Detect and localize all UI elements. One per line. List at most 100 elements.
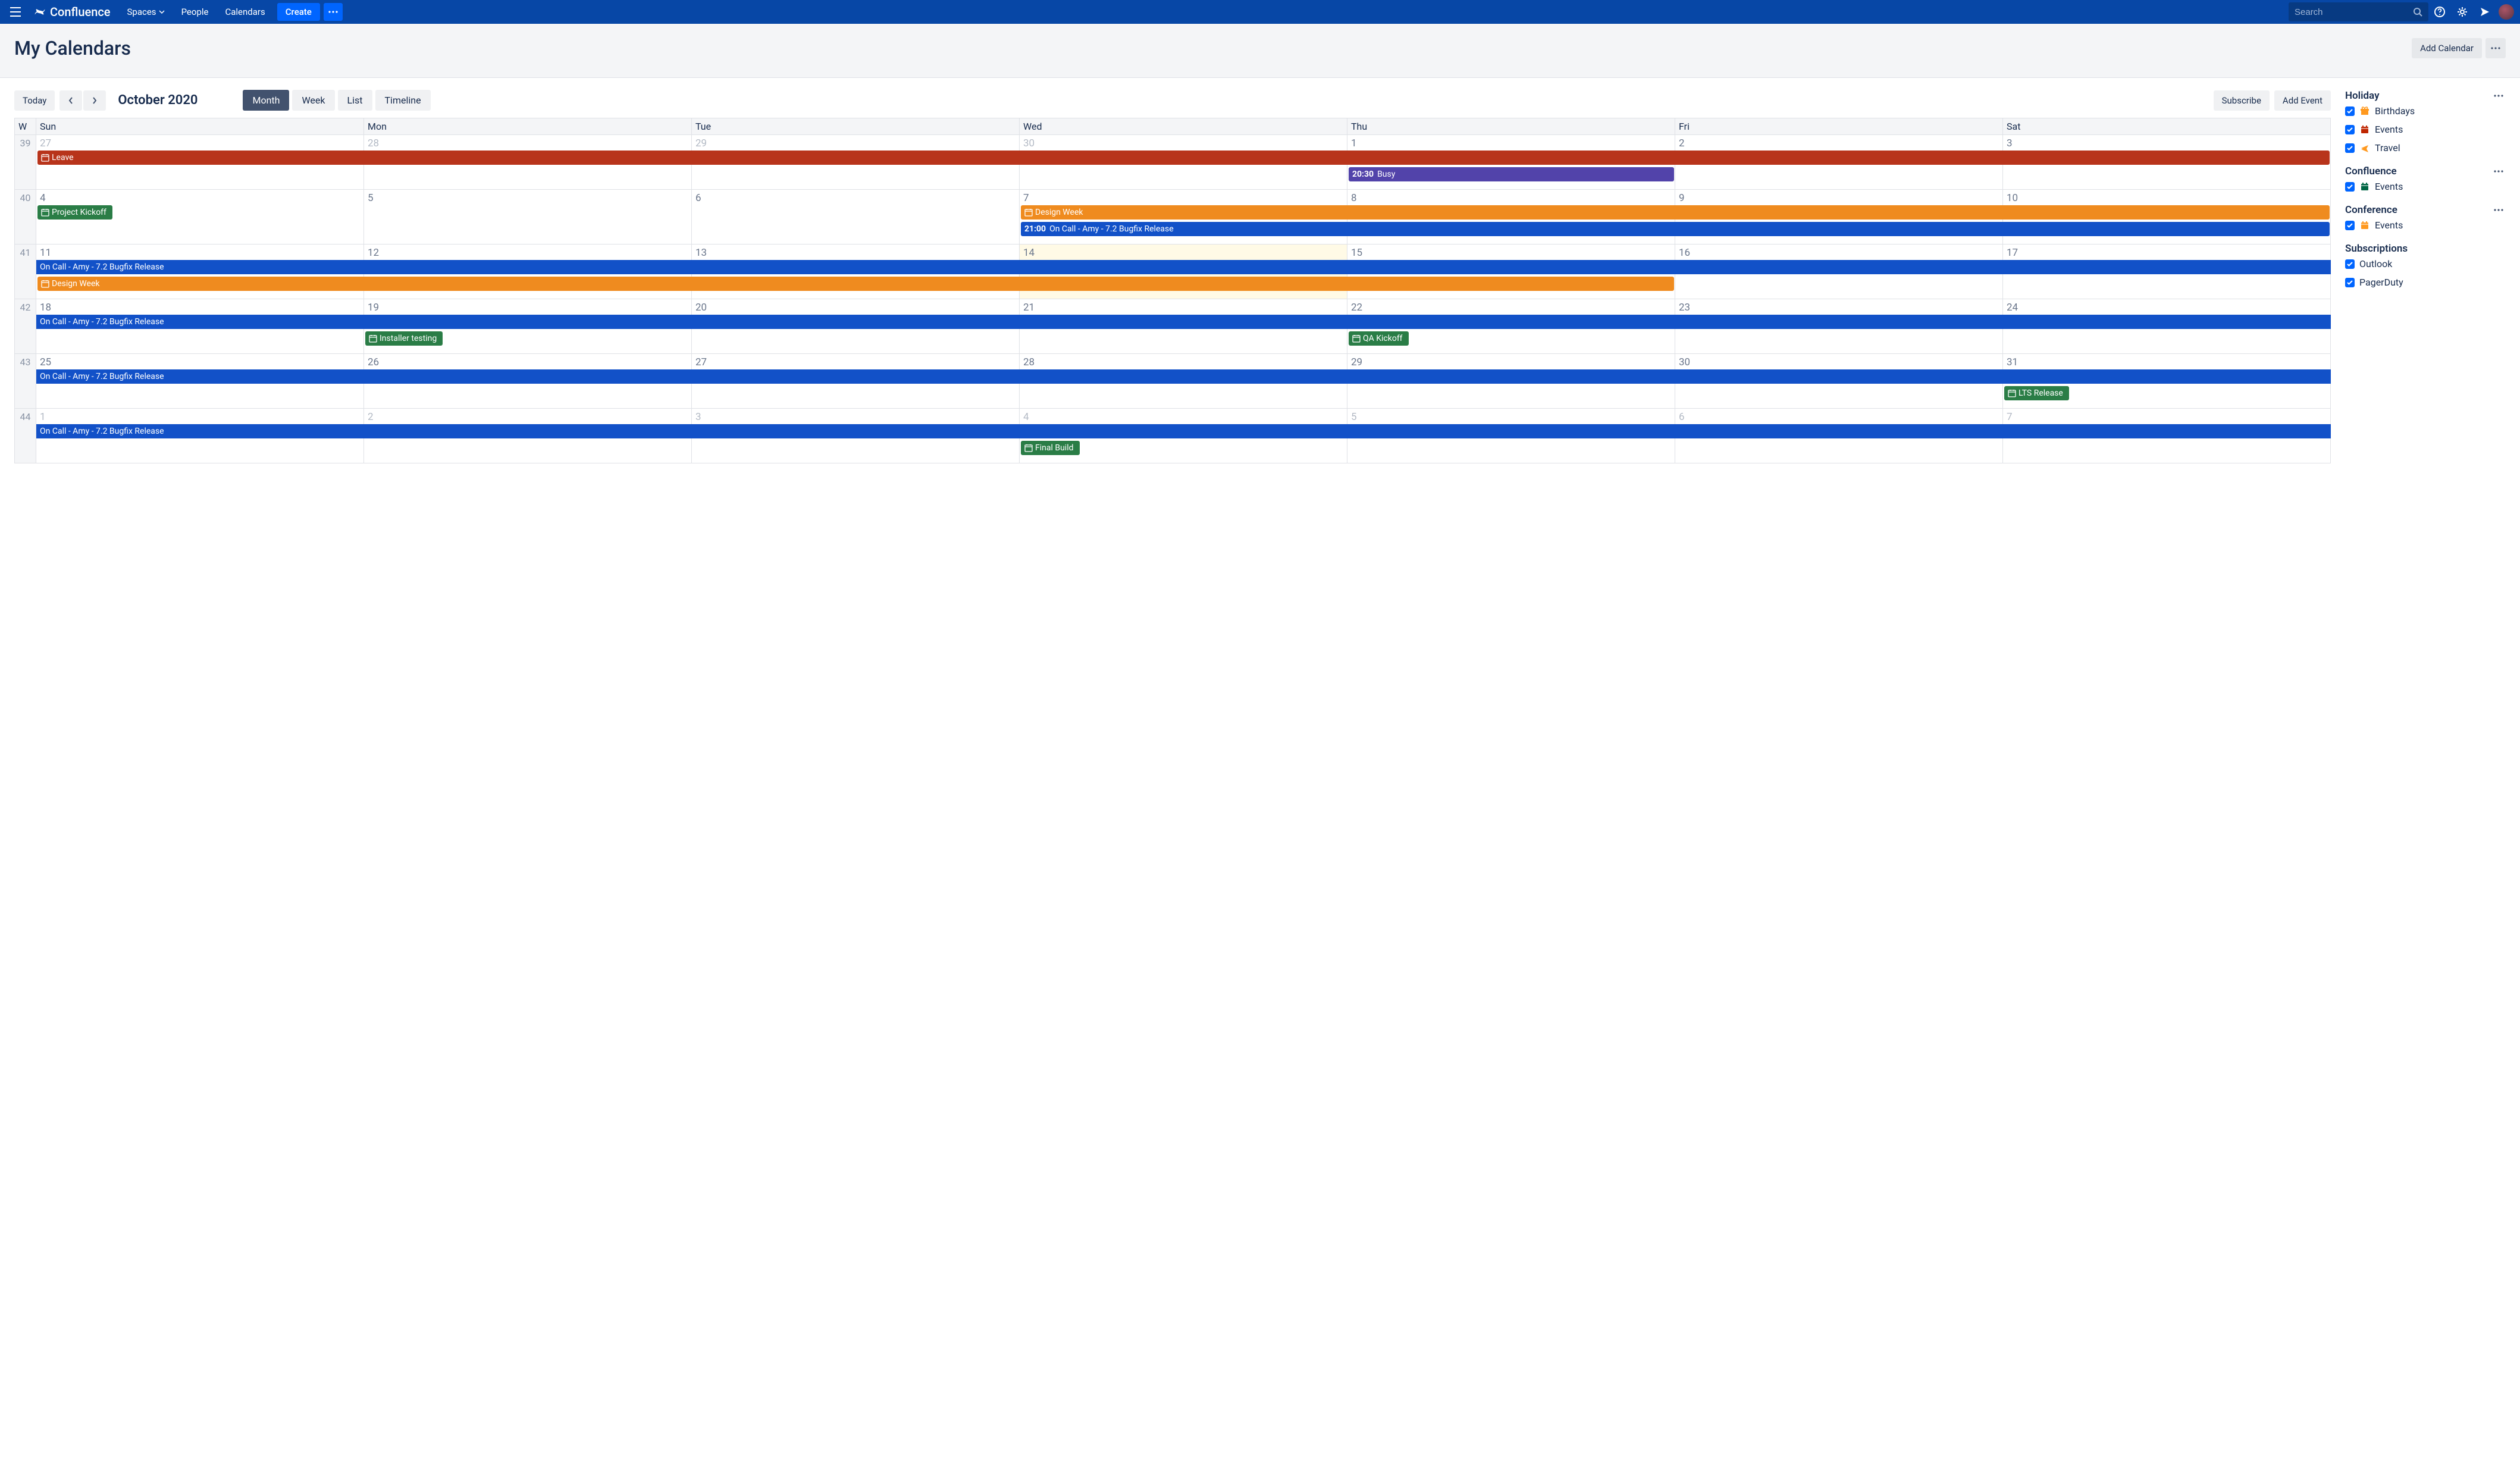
sidebar-group: Holiday Birthdays Events Travel — [2345, 90, 2506, 157]
calendar-checkbox[interactable] — [2345, 278, 2355, 287]
view-month-button[interactable]: Month — [243, 90, 289, 111]
calendar-event[interactable]: On Call - Amy - 7.2 Bugfix Release — [36, 315, 2331, 329]
day-header: Sun — [36, 118, 364, 135]
next-month-button[interactable] — [83, 90, 106, 111]
sidebar-item-label: Events — [2375, 124, 2403, 135]
calendar-event[interactable]: Project Kickoff — [37, 205, 112, 220]
app-switcher-button[interactable] — [6, 2, 25, 21]
plane-icon — [2359, 143, 2370, 153]
global-nav: Confluence Spaces People Calendars Creat… — [0, 0, 2520, 24]
sidebar-calendar-item[interactable]: Events — [2345, 177, 2506, 196]
ellipsis-icon — [2494, 170, 2503, 173]
chevron-down-icon — [159, 10, 165, 14]
calendar-event[interactable]: Design Week — [1021, 205, 2330, 220]
sidebar-calendar-item[interactable]: PagerDuty — [2345, 273, 2506, 291]
event-label: Installer testing — [380, 331, 437, 346]
calendar-week-row: 4218192021222324On Call - Amy - 7.2 Bugf… — [15, 299, 2331, 354]
calendar-event[interactable]: Installer testing — [365, 331, 443, 346]
view-timeline-button[interactable]: Timeline — [375, 90, 431, 111]
search-input[interactable] — [2295, 7, 2413, 17]
calendar-grid: WSunMonTueWedThuFriSat 3927282930123Leav… — [14, 118, 2331, 463]
calendar-icon — [1024, 444, 1033, 452]
calendar-event[interactable]: QA Kickoff — [1349, 331, 1409, 346]
calendar-icon — [2359, 124, 2370, 135]
calendar-event[interactable]: On Call - Amy - 7.2 Bugfix Release — [36, 260, 2331, 274]
sidebar-group-title: Conference — [2345, 204, 2491, 216]
sidebar-calendar-item[interactable]: Events — [2345, 120, 2506, 139]
confluence-logo[interactable]: Confluence — [25, 5, 119, 19]
calendar-week-row: 3927282930123Leave20:30Busy — [15, 135, 2331, 190]
calendar-checkbox[interactable] — [2345, 221, 2355, 230]
view-week-button[interactable]: Week — [292, 90, 334, 111]
event-label: On Call - Amy - 7.2 Bugfix Release — [40, 369, 164, 384]
calendar-event[interactable]: On Call - Amy - 7.2 Bugfix Release — [36, 424, 2331, 438]
calendar-checkbox[interactable] — [2345, 143, 2355, 153]
search-icon — [2413, 7, 2422, 17]
help-button[interactable] — [2428, 0, 2451, 24]
add-calendar-button[interactable]: Add Calendar — [2412, 38, 2482, 58]
sidebar-group-menu-button[interactable] — [2491, 169, 2506, 174]
calendar-icon — [1024, 208, 1033, 217]
create-more-button[interactable] — [324, 3, 343, 21]
sidebar-item-label: Outlook — [2359, 258, 2392, 269]
calendar-event[interactable]: On Call - Amy - 7.2 Bugfix Release — [36, 369, 2331, 384]
event-label: QA Kickoff — [1363, 331, 1403, 346]
search-box[interactable] — [2289, 2, 2428, 21]
calendar-event[interactable]: 20:30Busy — [1349, 167, 1674, 181]
sidebar-group-title: Holiday — [2345, 90, 2491, 102]
sidebar-item-label: Birthdays — [2375, 105, 2415, 117]
add-event-button[interactable]: Add Event — [2274, 90, 2331, 111]
sidebar-group-menu-button[interactable] — [2491, 93, 2506, 98]
sidebar-calendar-item[interactable]: Birthdays — [2345, 102, 2506, 120]
calendar-event[interactable]: 21:00On Call - Amy - 7.2 Bugfix Release — [1021, 222, 2330, 236]
create-button[interactable]: Create — [277, 3, 320, 21]
day-header: Mon — [364, 118, 692, 135]
sidebar-calendar-item[interactable]: Events — [2345, 216, 2506, 234]
notifications-button[interactable] — [2474, 0, 2496, 24]
nav-calendars[interactable]: Calendars — [217, 0, 273, 24]
sidebar-group: ConfluenceEvents — [2345, 165, 2506, 196]
day-header: Thu — [1347, 118, 1675, 135]
user-avatar[interactable] — [2499, 4, 2514, 20]
sidebar-item-label: Travel — [2375, 142, 2400, 153]
day-header: Fri — [1675, 118, 2003, 135]
calendar-event[interactable]: LTS Release — [2004, 386, 2069, 400]
calendar-icon — [41, 153, 49, 162]
help-icon — [2434, 6, 2446, 18]
calendar-list-sidebar: Holiday Birthdays Events Travel ConfluenceEv… — [2345, 90, 2506, 463]
calendar-checkbox[interactable] — [2345, 259, 2355, 269]
calendar-icon — [2359, 181, 2370, 192]
day-header: Tue — [692, 118, 1020, 135]
calendar-icon — [41, 208, 49, 217]
event-label: LTS Release — [2018, 386, 2063, 400]
ellipsis-icon — [2494, 209, 2503, 211]
calendar-checkbox[interactable] — [2345, 182, 2355, 192]
calendar-checkbox[interactable] — [2345, 106, 2355, 116]
page-more-button[interactable] — [2485, 38, 2506, 58]
day-header: Wed — [1020, 118, 1347, 135]
today-button[interactable]: Today — [14, 90, 55, 111]
calendar-event[interactable]: Leave — [37, 151, 2330, 165]
notification-icon — [2480, 7, 2490, 17]
sidebar-item-label: PagerDuty — [2359, 277, 2403, 288]
sidebar-calendar-item[interactable]: Outlook — [2345, 255, 2506, 273]
menu-icon — [10, 7, 21, 17]
calendar-event[interactable]: Design Week — [37, 277, 1674, 291]
event-time: 21:00 — [1024, 222, 1046, 236]
chevron-right-icon — [92, 97, 97, 104]
event-time: 20:30 — [1352, 167, 1374, 181]
view-list-button[interactable]: List — [338, 90, 372, 111]
prev-month-button[interactable] — [59, 90, 82, 111]
subscribe-button[interactable]: Subscribe — [2214, 90, 2270, 111]
calendar-week-row: 4325262728293031On Call - Amy - 7.2 Bugf… — [15, 354, 2331, 409]
calendar-checkbox[interactable] — [2345, 125, 2355, 134]
calendar-icon — [2359, 220, 2370, 231]
calendar-week-row: 441234567On Call - Amy - 7.2 Bugfix Rele… — [15, 409, 2331, 463]
settings-button[interactable] — [2451, 0, 2474, 24]
event-label: Busy — [1377, 167, 1395, 181]
sidebar-calendar-item[interactable]: Travel — [2345, 139, 2506, 157]
nav-people[interactable]: People — [173, 0, 217, 24]
nav-spaces[interactable]: Spaces — [119, 0, 173, 24]
sidebar-group-menu-button[interactable] — [2491, 208, 2506, 212]
calendar-event[interactable]: Final Build — [1021, 441, 1080, 455]
